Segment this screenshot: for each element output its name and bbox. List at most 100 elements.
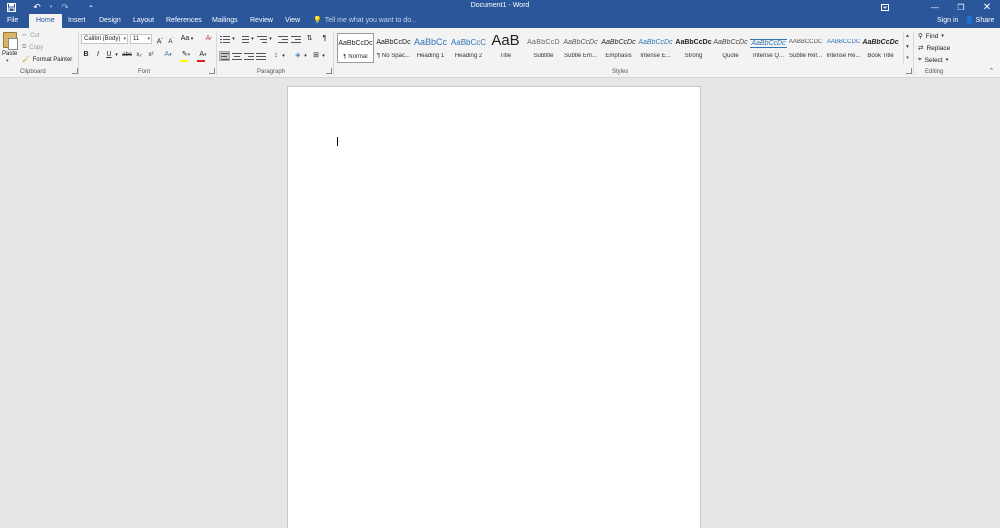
font-size-select[interactable]: 11 ▾	[130, 34, 152, 44]
shading-icon[interactable]: ◈	[293, 51, 303, 61]
ribbon-display-options-icon[interactable]	[872, 0, 898, 14]
subscript-button[interactable]: x₂	[134, 50, 144, 60]
highlight-color-icon[interactable]: ✎▾	[179, 50, 193, 60]
paste-label[interactable]: Paste	[2, 51, 17, 57]
style-preview: AaBbCcDc	[713, 39, 748, 46]
bold-button[interactable]: B	[82, 50, 90, 60]
sign-in-link[interactable]: Sign in	[937, 14, 958, 28]
style-emphasis[interactable]: AaBbCcDc Emphasis	[600, 33, 637, 63]
font-color-swatch	[197, 60, 205, 62]
italic-button[interactable]: I	[94, 50, 102, 60]
format-painter-button[interactable]: 🖌 Format Painter	[22, 56, 72, 64]
style-subtitle[interactable]: AaBbCcD Subtitle	[525, 33, 562, 63]
chevron-down-icon: ▾	[147, 36, 150, 42]
chevron-down-icon[interactable]: ▾	[281, 51, 286, 61]
style-heading-1[interactable]: AaBbCc Heading 1	[412, 33, 449, 63]
select-button[interactable]: ⌖ Select ▾	[918, 56, 948, 64]
numbering-icon[interactable]	[239, 35, 249, 44]
clear-formatting-icon[interactable]: A̷	[203, 34, 213, 44]
superscript-button[interactable]: x²	[146, 50, 156, 60]
styles-gallery-scroller: ▲ ▼ ▾	[903, 31, 911, 64]
chevron-down-icon[interactable]: ▾	[303, 51, 308, 61]
tab-layout[interactable]: Layout	[133, 14, 154, 28]
change-case-button[interactable]: Aa ▾	[180, 34, 194, 44]
style-heading-2[interactable]: AaBbCcC Heading 2	[450, 33, 487, 63]
line-spacing-icon[interactable]: ↕	[271, 51, 281, 61]
more-styles-icon[interactable]: ▾	[904, 53, 911, 64]
chevron-down-icon[interactable]: ▼	[904, 42, 911, 53]
justify-icon[interactable]	[256, 52, 266, 61]
tab-view[interactable]: View	[285, 14, 300, 28]
close-icon[interactable]: ✕	[974, 0, 1000, 14]
share-button[interactable]: 👤 Share	[965, 14, 994, 28]
window-title: Document1 - Word	[470, 2, 530, 9]
font-color-icon[interactable]: A▾	[196, 50, 210, 60]
tab-insert[interactable]: Insert	[68, 14, 86, 28]
tab-home[interactable]: Home	[29, 14, 62, 28]
chevron-down-icon[interactable]: ▾	[231, 34, 236, 44]
cut-label: Cut	[30, 32, 40, 39]
ribbon-tabs: File Home Insert Design Layout Reference…	[0, 14, 1000, 28]
tell-me-box[interactable]: 💡 Tell me what you want to do...	[313, 14, 417, 28]
chevron-up-icon[interactable]: ▲	[904, 31, 911, 42]
collapse-ribbon-icon[interactable]: ^	[990, 68, 993, 74]
chevron-down-icon: ▾	[123, 36, 126, 42]
style-name: Subtle Em...	[564, 53, 597, 59]
clipboard-group-label: Clipboard	[20, 69, 46, 75]
shrink-font-icon[interactable]: Aˇ	[166, 34, 176, 45]
style-preview: AaBbCcDc	[601, 39, 636, 46]
copy-button[interactable]: ⧉ Copy	[22, 44, 43, 51]
style-strong[interactable]: AaBbCcDc Strong	[675, 33, 712, 63]
chevron-down-icon[interactable]: ▾	[268, 34, 273, 44]
style-title[interactable]: AaB Title	[487, 32, 524, 63]
grow-font-icon[interactable]: A^	[155, 34, 165, 45]
copy-icon: ⧉	[22, 44, 27, 50]
styles-group-label: Styles	[612, 69, 629, 75]
tab-review[interactable]: Review	[250, 14, 273, 28]
style-subtle-emphasis[interactable]: AaBbCcDc Subtle Em...	[562, 33, 599, 63]
align-right-icon[interactable]	[244, 52, 254, 61]
style-intense-quote[interactable]: AaBbCcDc Intense Q...	[750, 33, 787, 63]
tab-references[interactable]: References	[166, 14, 202, 28]
minimize-icon[interactable]: —	[922, 0, 948, 14]
style-normal[interactable]: AaBbCcDc ¶ Normal	[337, 33, 374, 63]
style-intense-reference[interactable]: AABBCCDC Intense Re...	[825, 33, 862, 63]
align-left-icon[interactable]	[219, 51, 230, 61]
style-no-spacing[interactable]: AaBbCcDc ¶ No Spac...	[375, 33, 412, 63]
cut-button[interactable]: ✂ Cut	[22, 32, 40, 40]
tab-mailings[interactable]: Mailings	[212, 14, 238, 28]
sort-icon[interactable]: ⇅	[305, 34, 314, 44]
styles-launcher-icon[interactable]	[906, 68, 912, 74]
borders-icon[interactable]: ⊞	[311, 51, 321, 61]
font-launcher-icon[interactable]	[209, 68, 215, 74]
chevron-down-icon[interactable]: ▾	[250, 34, 255, 44]
decrease-indent-icon[interactable]	[278, 35, 288, 44]
document-page[interactable]	[287, 86, 701, 528]
tab-design[interactable]: Design	[99, 14, 121, 28]
multilevel-list-icon[interactable]	[257, 35, 267, 44]
font-family-select[interactable]: Calibri (Body) ▾	[81, 34, 128, 44]
chevron-down-icon[interactable]: ▾	[6, 58, 9, 64]
chevron-down-icon[interactable]: ▾	[114, 50, 119, 60]
paragraph-launcher-icon[interactable]	[326, 68, 332, 74]
style-subtle-reference[interactable]: AABBCCDC Subtle Ref...	[787, 33, 824, 63]
style-preview: AaBbCc	[413, 37, 448, 47]
find-button[interactable]: ⚲ Find ▾	[918, 32, 944, 41]
show-marks-button[interactable]: ¶	[320, 34, 329, 44]
text-effects-icon[interactable]: A▾	[161, 50, 175, 60]
style-quote[interactable]: AaBbCcDc Quote	[712, 33, 749, 63]
chevron-down-icon[interactable]: ▾	[321, 51, 326, 61]
style-book-title[interactable]: AaBbCcDc Book Title	[862, 33, 899, 63]
increase-indent-icon[interactable]	[291, 35, 301, 44]
style-intense-emphasis[interactable]: AaBbCcDc Intense E...	[637, 33, 674, 63]
replace-button[interactable]: ⇄ Replace	[918, 44, 950, 53]
paste-icon[interactable]	[3, 32, 18, 50]
tab-file[interactable]: File	[7, 14, 18, 28]
group-divider	[913, 31, 914, 75]
bullets-icon[interactable]	[220, 35, 230, 44]
align-center-icon[interactable]	[232, 52, 242, 61]
restore-icon[interactable]: ❐	[948, 0, 974, 14]
find-label: Find	[925, 32, 939, 40]
underline-button[interactable]: U	[105, 50, 113, 60]
strikethrough-button[interactable]: abc	[121, 50, 133, 60]
